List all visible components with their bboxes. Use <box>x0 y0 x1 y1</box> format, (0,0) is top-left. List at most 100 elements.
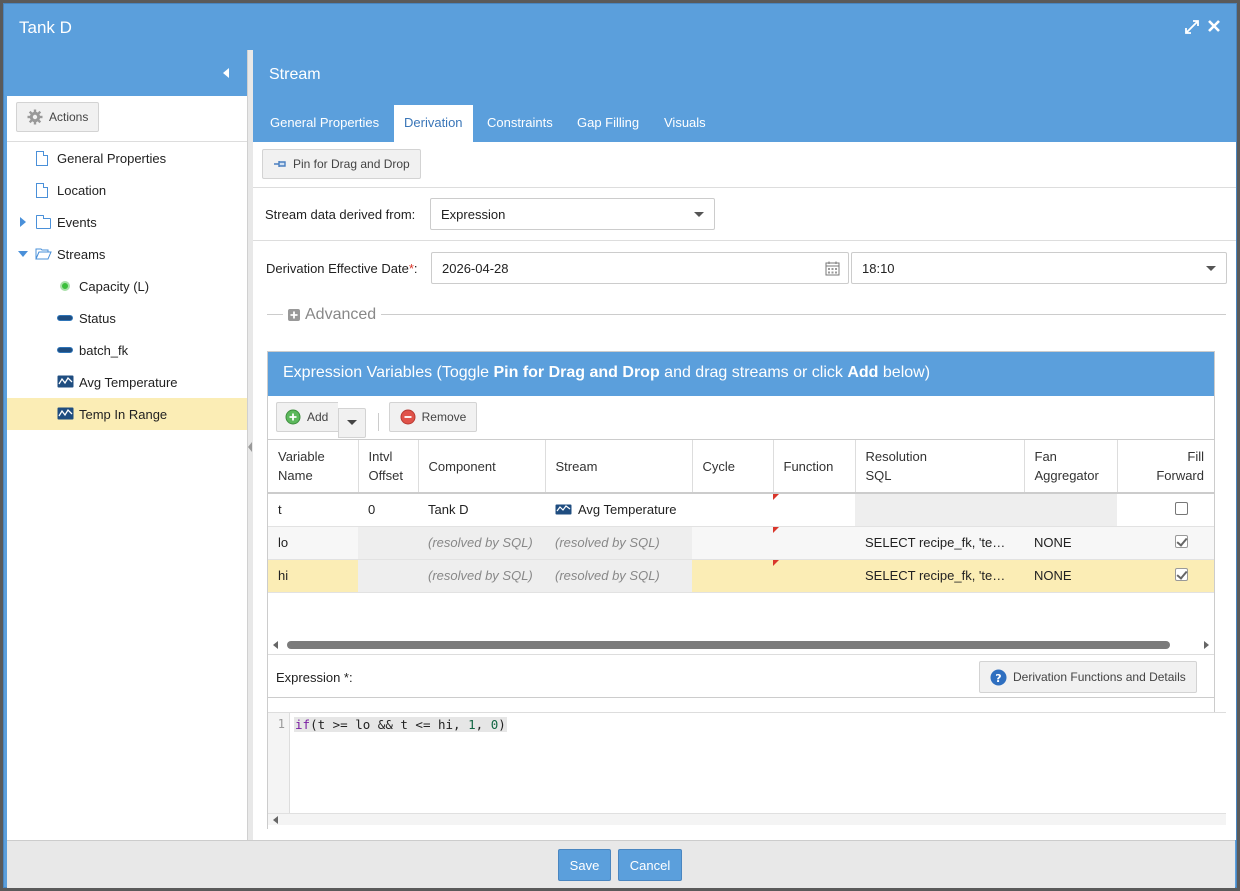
tab-gap-filling[interactable]: Gap Filling <box>567 105 649 142</box>
sidebar-item-capacity[interactable]: Capacity (L) <box>7 270 247 302</box>
add-button[interactable]: Add <box>276 402 339 432</box>
tab-general-properties[interactable]: General Properties <box>260 105 389 142</box>
sidebar-item-avg-temperature[interactable]: Avg Temperature <box>7 366 247 398</box>
cell-resolution-sql[interactable]: SELECT recipe_fk, 'te… <box>855 526 1024 560</box>
col-header-fill-forward[interactable]: Fill Forward <box>1117 440 1214 494</box>
grid-header-row: Variable Name Intvl Offset Component Strea… <box>268 440 1214 494</box>
save-button[interactable]: Save <box>558 849 611 881</box>
actions-label: Actions <box>49 110 89 124</box>
grid-horizontal-scrollbar[interactable] <box>268 638 1214 652</box>
cell-fill-forward[interactable] <box>1117 559 1214 593</box>
maximize-icon[interactable] <box>1184 19 1200 39</box>
sidebar-item-label: Streams <box>57 246 106 262</box>
sidebar-item-label: Temp In Range <box>79 406 168 422</box>
panel-title-suffix: below) <box>878 364 931 381</box>
functions-label: Derivation Functions and Details <box>1013 670 1186 684</box>
col-header-stream[interactable]: Stream <box>545 440 693 494</box>
col-header-intvl-offset[interactable]: Intvl Offset <box>358 440 419 494</box>
sidebar-item-status[interactable]: Status <box>7 302 247 334</box>
table-row[interactable]: t 0 Tank D Avg Temperature <box>268 493 1214 527</box>
col-header-resolution-sql[interactable]: Resolution SQL <box>855 440 1025 494</box>
close-icon[interactable] <box>1207 19 1221 37</box>
table-row[interactable]: hi (resolved by SQL) (resolved by SQL) S… <box>268 559 1214 593</box>
collapse-left-icon[interactable] <box>223 68 229 78</box>
cell-offset <box>358 526 418 560</box>
scroll-left-icon[interactable] <box>273 641 278 649</box>
remove-button[interactable]: Remove <box>388 402 478 432</box>
col-header-variable-name[interactable]: Variable Name <box>268 440 359 494</box>
sidebar-item-label: Capacity (L) <box>79 278 150 294</box>
derived-from-row: Stream data derived from: Expression <box>253 188 1236 241</box>
fill-forward-checkbox[interactable] <box>1175 501 1188 515</box>
pin-drag-drop-button[interactable]: Pin for Drag and Drop <box>262 149 421 179</box>
expression-variables-panel: Expression Variables (Toggle Pin for Dra… <box>267 351 1226 830</box>
cell-component: (resolved by SQL) <box>418 526 545 560</box>
derived-from-select[interactable]: Expression <box>430 198 715 230</box>
cell-function[interactable] <box>773 559 855 593</box>
derived-from-value: Expression <box>441 206 506 222</box>
sidebar-item-label: Location <box>57 182 107 198</box>
sidebar-item-label: batch_fk <box>79 342 129 358</box>
effective-time-select[interactable]: 18:10 <box>851 252 1227 284</box>
pin-bar: Pin for Drag and Drop <box>253 142 1236 188</box>
sidebar-item-streams[interactable]: Streams <box>7 238 247 270</box>
effective-date-input[interactable]: 2026-04-28 <box>431 252 849 284</box>
sidebar-item-temp-in-range[interactable]: Temp In Range <box>7 398 247 430</box>
cell-cycle[interactable] <box>692 559 773 593</box>
editor-horizontal-scrollbar[interactable] <box>268 813 1226 825</box>
expression-code[interactable]: if(t >= lo && t <= hi, 1, 0) <box>294 717 507 732</box>
expand-arrow-icon[interactable] <box>20 217 26 227</box>
cell-stream[interactable]: Avg Temperature <box>545 493 692 527</box>
sidebar-item-events[interactable]: Events <box>7 206 247 238</box>
cell-cycle[interactable] <box>692 493 773 527</box>
cell-fill-forward[interactable] <box>1117 493 1214 527</box>
tab-visuals[interactable]: Visuals <box>654 105 716 142</box>
sidebar-actions-bar: Actions <box>7 96 247 142</box>
fill-forward-checkbox[interactable] <box>1175 534 1188 548</box>
scroll-left-icon[interactable] <box>273 816 278 824</box>
cell-resolution-sql[interactable]: SELECT recipe_fk, 'te… <box>855 559 1024 593</box>
chevron-down-icon <box>694 212 704 217</box>
cell-cycle[interactable] <box>692 526 773 560</box>
cell-variable-name[interactable]: lo <box>268 526 358 560</box>
chevron-down-icon <box>347 420 358 425</box>
tab-constraints[interactable]: Constraints <box>477 105 563 142</box>
folder-open-icon <box>35 247 52 263</box>
cell-function[interactable] <box>773 526 855 560</box>
col-header-fan-aggregator[interactable]: Fan Aggregator <box>1024 440 1118 494</box>
cell-offset[interactable]: 0 <box>358 493 418 527</box>
toolbar-separator <box>377 412 379 431</box>
line-number: 1 <box>277 717 285 731</box>
calendar-icon[interactable] <box>825 261 840 279</box>
cell-function[interactable] <box>773 493 855 527</box>
line-number-gutter: 1 <box>268 713 290 813</box>
scrollbar-thumb[interactable] <box>287 641 1170 649</box>
cell-fan-aggregator[interactable]: NONE <box>1024 559 1117 593</box>
actions-button[interactable]: Actions <box>16 102 100 132</box>
tab-derivation[interactable]: Derivation <box>394 105 473 142</box>
fill-forward-checkbox[interactable] <box>1175 567 1188 581</box>
cell-fan-aggregator[interactable]: NONE <box>1024 526 1117 560</box>
col-header-cycle[interactable]: Cycle <box>692 440 774 494</box>
cancel-button[interactable]: Cancel <box>618 849 682 881</box>
grid-toolbar: Add Remove <box>268 396 1214 440</box>
plus-circle-icon <box>285 409 301 425</box>
add-dropdown-button[interactable] <box>338 407 367 438</box>
sidebar-item-location[interactable]: Location <box>7 174 247 206</box>
sidebar-item-general-properties[interactable]: General Properties <box>7 142 247 174</box>
derivation-functions-button[interactable]: ? Derivation Functions and Details <box>979 661 1197 693</box>
col-header-function[interactable]: Function <box>773 440 856 494</box>
col-header-component[interactable]: Component <box>418 440 546 494</box>
cell-fill-forward[interactable] <box>1117 526 1214 560</box>
cell-variable-name[interactable]: t <box>268 493 358 527</box>
table-row[interactable]: lo (resolved by SQL) (resolved by SQL) S… <box>268 526 1214 560</box>
collapse-arrow-icon[interactable] <box>18 251 28 257</box>
advanced-toggle[interactable]: Advanced <box>283 306 382 324</box>
cell-component[interactable]: Tank D <box>418 493 545 527</box>
scroll-right-icon[interactable] <box>1204 641 1209 649</box>
pin-icon <box>274 161 286 167</box>
cell-variable-name[interactable]: hi <box>268 559 358 593</box>
expression-editor[interactable]: 1 if(t >= lo && t <= hi, 1, 0) <box>268 712 1226 830</box>
sidebar-item-batch-fk[interactable]: batch_fk <box>7 334 247 366</box>
dialog-window: Tank D Actions General Properties Locati… <box>3 3 1237 888</box>
